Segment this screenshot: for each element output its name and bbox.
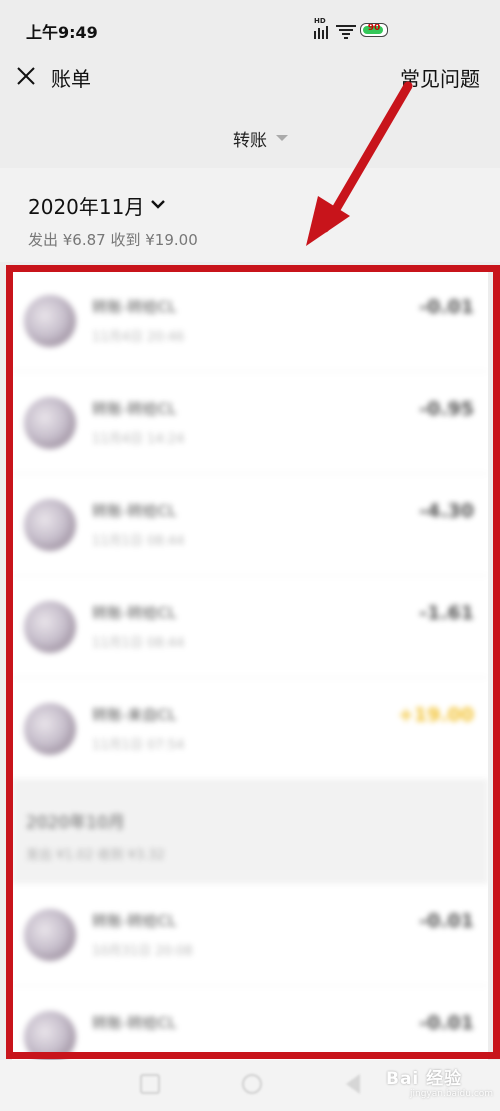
home-icon[interactable] [242,1074,262,1094]
watermark-logo: Bai 经验 [386,1069,463,1089]
annotation-frame [6,265,500,1059]
filter-label[interactable]: 转账 [233,126,267,151]
faq-link[interactable]: 常见问题 [400,63,480,92]
system-nav-bar: Bai 经验 jingyan.baidu.com [0,1060,500,1111]
close-icon[interactable] [14,64,38,88]
chevron-down-icon[interactable] [150,198,166,210]
watermark-url: jingyan.baidu.com [410,1089,494,1099]
battery-icon: 90 [360,23,388,37]
page-title: 账单 [51,67,91,91]
network-label: HD [314,17,326,25]
month-header: 2020年11月 发出 ¥6.87 收到 ¥19.00 [0,168,500,262]
type-filter[interactable]: 转账 [0,118,500,158]
status-bar: 上午9:49 HD 90 [0,0,500,58]
status-icons: HD 90 [312,17,392,41]
wifi-icon [336,25,356,39]
battery-level: 90 [367,23,381,33]
caret-down-icon [276,135,288,141]
month-summary: 发出 ¥6.87 收到 ¥19.00 [28,231,198,249]
status-time: 上午9:49 [26,23,98,42]
signal-icon [314,26,328,39]
month-selector[interactable]: 2020年11月 [28,191,144,220]
recent-apps-icon[interactable] [140,1074,160,1094]
nav-bar: 账单 常见问题 [0,58,500,114]
back-icon[interactable] [346,1074,360,1094]
